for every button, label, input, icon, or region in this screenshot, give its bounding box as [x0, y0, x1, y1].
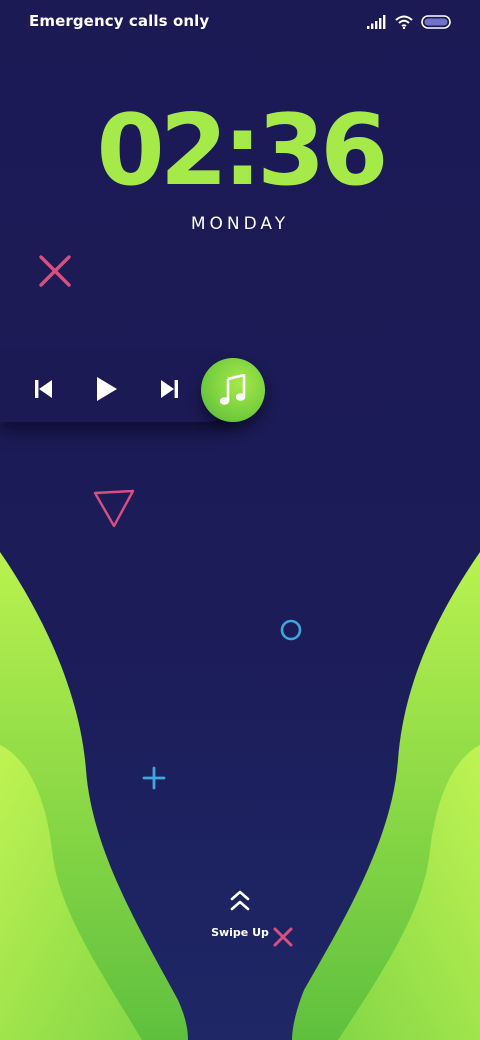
play-icon	[97, 377, 117, 401]
weekday-label: MONDAY	[190, 214, 290, 234]
previous-button[interactable]	[29, 374, 59, 404]
lock-screen: Emergency calls only 02:36 MONDAY Swipe …	[0, 0, 480, 1040]
decorative-circle-icon	[280, 619, 302, 641]
swipe-up-chevrons-icon[interactable]	[228, 888, 252, 914]
decorative-small-x-icon	[273, 927, 293, 947]
decorative-triangle-icon	[93, 489, 135, 528]
carrier-text: Emergency calls only	[29, 12, 210, 30]
decorative-x-icon	[39, 255, 71, 287]
status-icons	[367, 12, 452, 32]
decorative-plus-icon	[142, 766, 166, 790]
status-bar: Emergency calls only	[0, 0, 480, 44]
music-note-icon	[219, 374, 246, 405]
play-button[interactable]	[91, 374, 121, 404]
wifi-icon	[395, 15, 413, 29]
previous-icon	[35, 380, 52, 398]
music-app-button[interactable]	[201, 358, 265, 422]
next-icon	[161, 380, 178, 398]
next-button[interactable]	[154, 374, 184, 404]
signal-icon	[367, 15, 387, 29]
battery-icon	[421, 15, 452, 29]
lock-clock: 02:36	[96, 94, 389, 208]
